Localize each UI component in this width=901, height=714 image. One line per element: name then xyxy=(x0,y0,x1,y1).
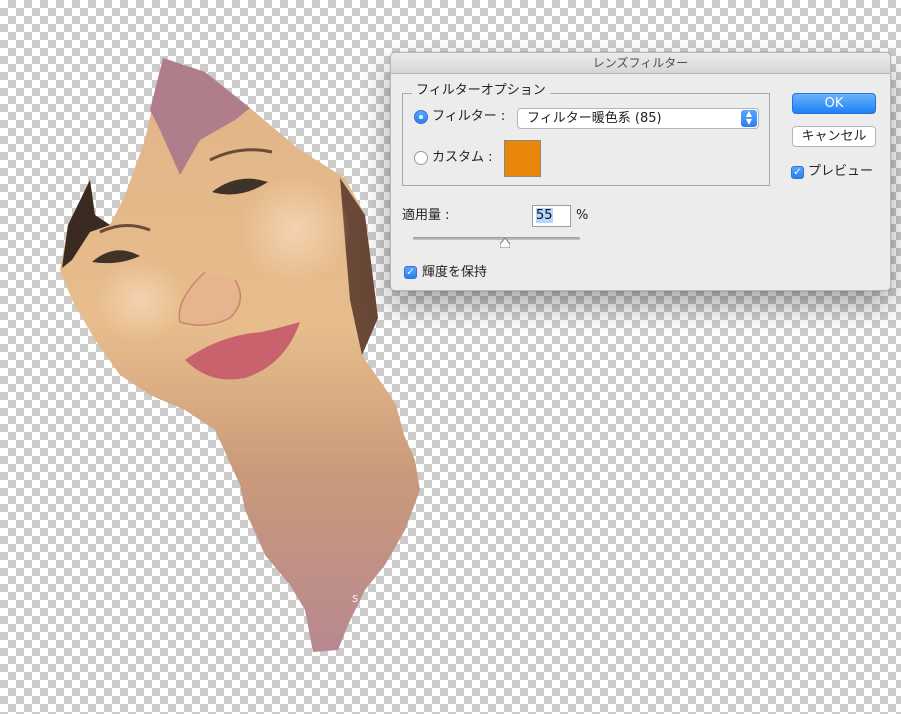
preserve-luminosity-label[interactable]: 輝度を保持 xyxy=(422,265,487,281)
necklace-pendant: s xyxy=(352,591,358,605)
filter-select-value: フィルター暖色系 (85) xyxy=(527,111,662,126)
cheek-highlight xyxy=(95,260,185,340)
custom-radio-label[interactable]: カスタム : xyxy=(432,150,493,166)
density-value: 55 xyxy=(536,208,553,223)
radio-selected-icon[interactable] xyxy=(414,110,428,124)
cancel-button[interactable]: キャンセル xyxy=(792,126,876,147)
preview-label[interactable]: プレビュー xyxy=(808,164,873,180)
dialog-title: レンズフィルター xyxy=(391,53,890,74)
ok-button[interactable]: OK xyxy=(792,93,876,114)
lens-filter-dialog: レンズフィルター フィルターオプション フィルター : フィルター暖色系 (85… xyxy=(390,52,891,291)
checkbox-checked-icon[interactable]: ✓ xyxy=(404,266,417,279)
density-slider-track[interactable] xyxy=(413,237,580,240)
radio-unselected-icon[interactable] xyxy=(414,151,428,165)
density-label: 適用量 : xyxy=(402,208,450,223)
filter-radio-label[interactable]: フィルター : xyxy=(432,109,505,125)
custom-color-swatch[interactable] xyxy=(504,140,541,177)
cheek-highlight xyxy=(240,175,350,285)
filter-select[interactable]: フィルター暖色系 (85) ▲ ▼ xyxy=(517,108,759,129)
checkbox-checked-icon[interactable]: ✓ xyxy=(791,166,804,179)
select-arrows-icon: ▲ ▼ xyxy=(741,110,757,127)
filter-options-title: フィルターオプション xyxy=(412,83,550,99)
slider-thumb-icon[interactable] xyxy=(499,238,510,248)
density-input[interactable]: 55 xyxy=(532,205,571,227)
filter-options-group xyxy=(402,93,770,186)
density-unit: % xyxy=(576,208,589,223)
